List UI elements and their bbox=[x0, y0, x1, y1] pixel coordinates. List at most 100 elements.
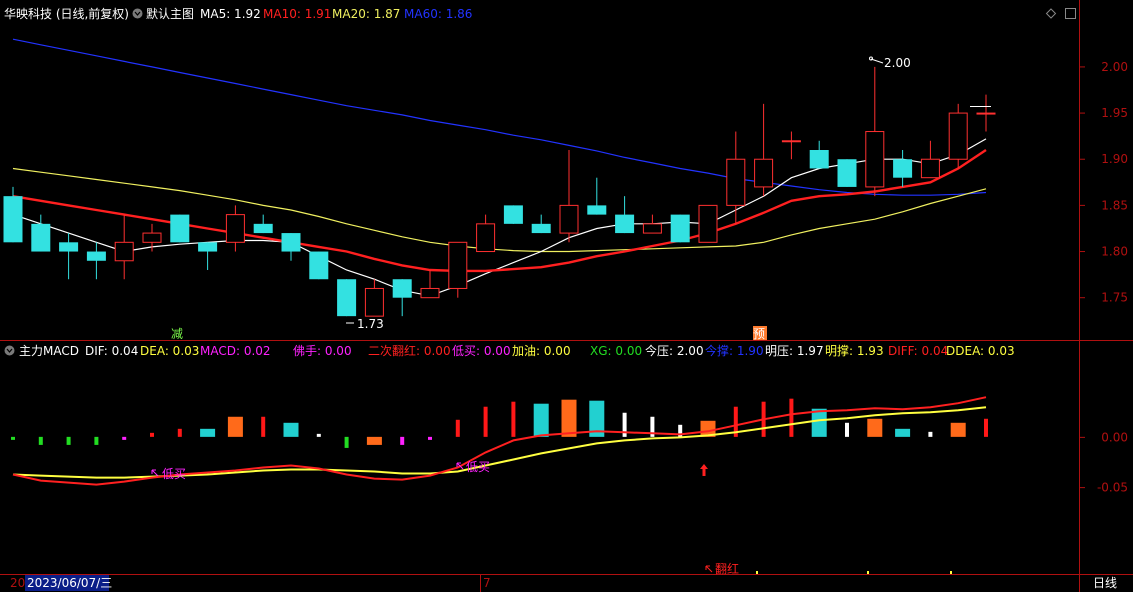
candle-body-up bbox=[754, 158, 774, 188]
candle-body-up bbox=[225, 214, 245, 243]
erci-legend: 二次翻红: 0.00 bbox=[368, 343, 451, 358]
macd-bar bbox=[261, 416, 266, 437]
macd-bar bbox=[11, 436, 15, 440]
candle-body-up bbox=[142, 232, 162, 243]
candle-body-up bbox=[364, 287, 384, 317]
candle-body-up bbox=[114, 241, 134, 262]
jinya-legend: 今压: 2.00 bbox=[645, 343, 704, 358]
candle-body-down bbox=[3, 196, 23, 243]
ma10-legend: MA10: 1.91 bbox=[263, 7, 331, 21]
candle-body-down bbox=[59, 242, 79, 252]
macd-bar bbox=[316, 433, 321, 437]
macd-bar bbox=[455, 419, 460, 437]
macd-bar bbox=[283, 422, 299, 437]
y-tick-label: 2.00 bbox=[1101, 60, 1128, 74]
y-tick-label: 1.80 bbox=[1101, 245, 1128, 259]
dimai-legend: 低买: 0.00 bbox=[452, 344, 511, 358]
y-tick-label: 0.00 bbox=[1101, 430, 1128, 444]
macd-bar bbox=[845, 422, 849, 437]
candle-body-up bbox=[642, 223, 662, 234]
stock-title: 华映科技 (日线,前复权) bbox=[4, 6, 129, 21]
candle-body-down bbox=[392, 279, 412, 298]
candle-body-down bbox=[503, 205, 523, 224]
macd-bar bbox=[400, 436, 405, 445]
main-chart-label[interactable]: 默认主图 bbox=[146, 6, 194, 21]
macd-bar bbox=[811, 408, 827, 437]
macd-bar bbox=[789, 398, 794, 437]
candle-body-up bbox=[559, 204, 579, 234]
indicator-name[interactable]: 主力MACD bbox=[19, 344, 79, 358]
macd-bar bbox=[66, 436, 71, 445]
y-tick-label: 1.90 bbox=[1101, 152, 1128, 166]
ma60-legend: MA60: 1.86 bbox=[404, 7, 472, 21]
candle-body-down bbox=[31, 223, 51, 252]
axis-month-label: 7 bbox=[483, 576, 491, 590]
foshou-legend: 佛手: 0.00 bbox=[293, 344, 352, 358]
y-tick-label: 1.95 bbox=[1101, 106, 1128, 120]
macd-bar bbox=[483, 406, 488, 437]
candle-body-down bbox=[86, 251, 106, 261]
macd-bar bbox=[200, 428, 216, 437]
candle-body-up bbox=[448, 241, 468, 289]
macd-bar bbox=[94, 436, 99, 445]
candle-body-up bbox=[865, 131, 885, 188]
macd-bar bbox=[177, 428, 182, 437]
candle-body-down bbox=[309, 251, 329, 280]
macd-bar bbox=[428, 436, 432, 440]
candle-body-down bbox=[587, 205, 607, 215]
date-cursor-label: 2023/06/07/三 bbox=[27, 576, 112, 590]
macd-bar bbox=[533, 403, 549, 437]
macd-bar bbox=[867, 418, 883, 437]
indicator-menu-icon[interactable] bbox=[4, 345, 15, 356]
diff-legend: DIFF: 0.04 bbox=[888, 344, 948, 358]
period-button[interactable]: 日线 bbox=[1093, 576, 1117, 590]
candle-body-down bbox=[281, 233, 301, 252]
macd-bar bbox=[122, 436, 127, 440]
ma5-legend: MA5: 1.92 bbox=[200, 7, 261, 21]
candle-body-down bbox=[809, 150, 829, 169]
macd-bar bbox=[150, 432, 154, 437]
low-buy-label-2: 低买 bbox=[466, 460, 490, 474]
axis-month-stub: 20 bbox=[10, 576, 25, 590]
candle-body-up bbox=[726, 158, 746, 206]
macd-bar bbox=[344, 436, 349, 448]
macd-bar bbox=[950, 422, 966, 437]
candle-body-down bbox=[837, 159, 857, 187]
ma20-legend: MA20: 1.87 bbox=[332, 7, 400, 21]
macd-bar bbox=[511, 401, 516, 437]
dea-legend: DEA: 0.03 bbox=[140, 344, 199, 358]
ddea-legend: DDEA: 0.03 bbox=[946, 344, 1015, 358]
jinzhi-legend: 今撑: 1.90 bbox=[705, 343, 764, 358]
reduce-badge-label: 减 bbox=[171, 327, 183, 341]
y-tick-label: 1.75 bbox=[1101, 291, 1128, 305]
macd-legend: MACD: 0.02 bbox=[200, 344, 271, 358]
macd-bar bbox=[227, 416, 243, 437]
candle-body-up bbox=[948, 112, 968, 160]
mingzhi-legend: 明撑: 1.93 bbox=[825, 343, 884, 358]
candle-body-up bbox=[781, 140, 801, 143]
macd-bar bbox=[928, 431, 933, 437]
stock-chart[interactable]: 华映科技 (日线,前复权) 默认主图 MA5: 1.92 MA10: 1.91 … bbox=[0, 0, 1133, 592]
main-chart-menu-icon[interactable] bbox=[132, 8, 143, 19]
max-price-label: 2.00 bbox=[884, 56, 911, 70]
candle-body-down bbox=[531, 223, 551, 234]
mingya-legend: 明压: 1.97 bbox=[765, 344, 824, 358]
candle-body-down bbox=[337, 279, 357, 317]
candle-body-up bbox=[920, 158, 940, 179]
y-tick-label: -0.05 bbox=[1097, 481, 1128, 495]
candle-body-down bbox=[893, 159, 913, 178]
preview-badge-label: 预 bbox=[753, 327, 765, 341]
candle-body-down bbox=[253, 223, 273, 234]
macd-bar bbox=[38, 436, 43, 445]
chart-background bbox=[0, 0, 1133, 592]
dif-legend: DIF: 0.04 bbox=[85, 344, 138, 358]
candle-body-up bbox=[420, 287, 440, 299]
candle-body-down bbox=[615, 214, 635, 234]
jiayou-legend: 加油: 0.00 bbox=[512, 344, 571, 358]
candle-body-up bbox=[976, 112, 996, 115]
macd-bar bbox=[561, 399, 577, 437]
candle-body-down bbox=[198, 242, 218, 252]
turn-red-label: 翻红 bbox=[715, 561, 739, 576]
y-tick-label: 1.85 bbox=[1101, 198, 1128, 212]
macd-bar bbox=[366, 436, 382, 445]
